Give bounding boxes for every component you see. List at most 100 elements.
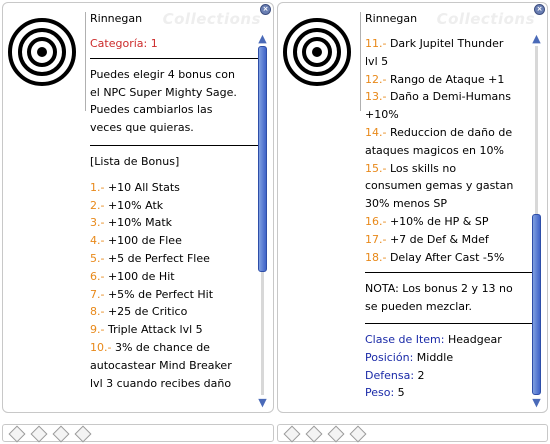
card-slot-icon[interactable] xyxy=(349,425,367,443)
card-slot-icon[interactable] xyxy=(74,425,92,443)
description-line: Puedes elegir 4 bonus con xyxy=(90,67,235,81)
scroll-down-icon[interactable]: ▼ xyxy=(256,397,269,409)
bonus-text: +5% de Perfect Hit xyxy=(104,287,214,301)
bonus-number: 8.- xyxy=(90,305,105,319)
bonus-text: Triple Attack lvl 5 xyxy=(104,323,203,337)
bonus-text: +10% xyxy=(365,108,399,122)
scroll-thumb[interactable] xyxy=(532,214,541,395)
bonus-text: lvl 3 cuando recibes daño xyxy=(90,376,232,390)
item-info-label: Clase de Item: xyxy=(365,332,445,346)
bonus-item: 1.- +10 All Stats xyxy=(90,179,258,197)
bonus-item: +10% xyxy=(365,106,533,124)
bonus-item: 3.- +10% Matk xyxy=(90,214,258,232)
close-icon[interactable]: × xyxy=(260,4,271,15)
bonus-text: +10 All Stats xyxy=(104,180,180,194)
bonus-item: 16.- +10% de HP & SP xyxy=(365,213,533,231)
bonus-item: 7.- +5% de Perfect Hit xyxy=(90,286,258,304)
item-title: Rinnegan xyxy=(365,12,418,25)
bonus-text: Delay After Cast -5% xyxy=(386,250,505,264)
divider xyxy=(90,144,258,146)
item-title: Rinnegan xyxy=(90,12,143,25)
bonus-item: 11.- Dark Jupitel Thunder xyxy=(365,35,533,53)
bonus-number: 1.- xyxy=(90,180,105,194)
bonus-text: Daño a Demi-Humans xyxy=(386,90,511,104)
description-line: el NPC Super Mighty Sage. xyxy=(90,85,237,99)
bonus-number: 5.- xyxy=(90,251,105,265)
bonus-text: +10% Atk xyxy=(104,198,164,212)
bonus-text: +100 de Flee xyxy=(104,234,182,248)
card-slot-icon[interactable] xyxy=(52,425,70,443)
scrollbar[interactable]: ▲ ▼ xyxy=(530,33,543,409)
bonus-number: 14.- xyxy=(365,125,387,139)
bonus-item: ataques magicos en 10% xyxy=(365,142,533,160)
bonus-number: 4.- xyxy=(90,234,105,248)
bonus-text: +25 de Critico xyxy=(104,305,188,319)
rinnegan-item-icon xyxy=(8,18,76,86)
bonus-item: 15.- Los skills no xyxy=(365,160,533,178)
bonus-item: 5.- +5 de Perfect Flee xyxy=(90,250,258,268)
bonus-item: 4.- +100 de Flee xyxy=(90,232,258,250)
bonus-text: +10% Matk xyxy=(104,216,173,230)
bonus-number: 18.- xyxy=(365,250,387,264)
bonus-item: 10.- 3% de chance de xyxy=(90,339,258,357)
bonus-list: 1.- +10 All Stats 2.- +10% Atk 3.- +10% Ma… xyxy=(90,179,258,393)
bonus-list-header: [Lista de Bonus] xyxy=(90,154,180,168)
header-separator xyxy=(85,12,86,111)
bonus-item: 18.- Delay After Cast -5% xyxy=(365,249,533,267)
bonus-item: lvl 5 xyxy=(365,53,533,71)
note-line: NOTA: Los bonus 2 y 13 no xyxy=(365,282,513,296)
item-slot-bar-left xyxy=(2,424,274,443)
description-line: veces que quieras. xyxy=(90,121,194,135)
description-content: Categoría: 1 Puedes elegir 4 bonus con e… xyxy=(90,35,258,392)
collections-watermark: Collections xyxy=(162,10,261,28)
bonus-text: 30% menos SP xyxy=(365,197,447,211)
item-info-label: Defensa: xyxy=(365,368,415,382)
bonus-list: 11.- Dark Jupitel Thunder lvl 5 12.- Rango… xyxy=(365,35,533,266)
bonus-number: 16.- xyxy=(365,214,387,228)
bonus-text: +100 de Hit xyxy=(104,269,175,283)
item-info-value: Headgear xyxy=(444,332,502,346)
bonus-number: 7.- xyxy=(90,287,105,301)
bonus-item: lvl 3 cuando recibes daño xyxy=(90,375,258,393)
scroll-up-icon[interactable]: ▲ xyxy=(530,33,543,45)
bonus-number: 15.- xyxy=(365,161,387,175)
item-info-value: 5 xyxy=(394,386,405,400)
item-info-label: Posición: xyxy=(365,350,414,364)
description-content: 11.- Dark Jupitel Thunder lvl 5 12.- Rango… xyxy=(365,35,533,402)
item-info-row: Posición: Middle xyxy=(365,349,533,367)
close-icon[interactable]: × xyxy=(534,4,545,15)
card-slot-icon[interactable] xyxy=(8,425,26,443)
rinnegan-item-icon xyxy=(283,18,351,86)
bonus-item: autocastear Mind Breaker xyxy=(90,357,258,375)
item-description-window-left: × Collections Rinnegan Categoría: 1 Pued… xyxy=(2,2,274,413)
bonus-item: 12.- Rango de Ataque +1 xyxy=(365,71,533,89)
scroll-thumb[interactable] xyxy=(258,46,267,272)
bonus-text: 3% de chance de xyxy=(111,340,210,354)
item-info-value: 2 xyxy=(414,368,425,382)
bonus-item: 2.- +10% Atk xyxy=(90,197,258,215)
bonus-text: autocastear Mind Breaker xyxy=(90,358,232,372)
card-slot-icon[interactable] xyxy=(327,425,345,443)
item-slot-bar-right xyxy=(277,424,548,443)
bonus-number: 17.- xyxy=(365,232,387,246)
bonus-number: 9.- xyxy=(90,323,105,337)
divider xyxy=(365,322,533,324)
item-info: Clase de Item: Headgear Posición: Middle D… xyxy=(365,331,533,402)
bonus-text: +10% de HP & SP xyxy=(386,214,489,228)
bonus-number: 13.- xyxy=(365,90,387,104)
item-info-row: Clase de Item: Headgear xyxy=(365,331,533,349)
item-info-value: Middle xyxy=(413,350,454,364)
divider xyxy=(365,272,533,274)
card-slot-icon[interactable] xyxy=(30,425,48,443)
bonus-item: 30% menos SP xyxy=(365,195,533,213)
card-slot-icon[interactable] xyxy=(283,425,301,443)
card-slot-icon[interactable] xyxy=(305,425,323,443)
bonus-number: 3.- xyxy=(90,216,105,230)
bonus-text: Los skills no xyxy=(386,161,457,175)
bonus-item: 14.- Reduccion de daño de xyxy=(365,124,533,142)
scroll-down-icon[interactable]: ▼ xyxy=(530,397,543,409)
scroll-up-icon[interactable]: ▲ xyxy=(256,33,269,45)
bonus-text: ataques magicos en 10% xyxy=(365,143,504,157)
scrollbar[interactable]: ▲ ▼ xyxy=(256,33,269,409)
bonus-text: Reduccion de daño de xyxy=(386,125,513,139)
